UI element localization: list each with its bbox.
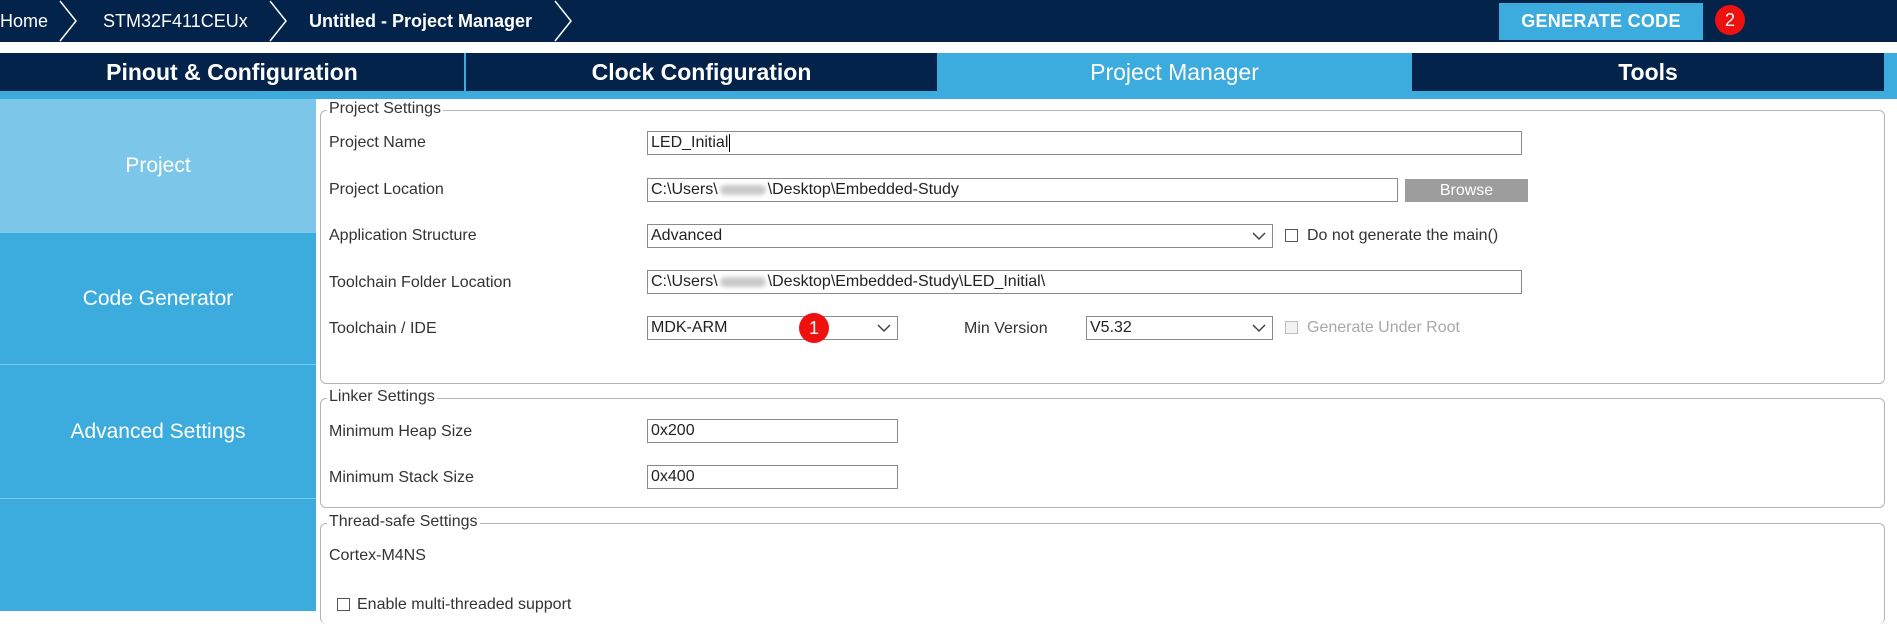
minimum-stack-size-input[interactable]: 0x400 (647, 465, 898, 489)
breadcrumb-bar: Home STM32F411CEUx Untitled - Project Ma… (0, 0, 1897, 42)
application-structure-value: Advanced (651, 227, 723, 244)
tab-project-manager[interactable]: Project Manager (939, 53, 1410, 91)
multithread-checkbox[interactable] (337, 598, 350, 611)
generate-under-root-checkbox[interactable] (1285, 321, 1298, 334)
thread-safe-settings-legend: Thread-safe Settings (327, 513, 480, 531)
project-location-label: Project Location (329, 181, 444, 198)
project-name-label: Project Name (329, 134, 426, 151)
multithread-label: Enable multi-threaded support (357, 596, 572, 613)
chevron-down-icon (1252, 324, 1266, 333)
step-badge-2: 2 (1715, 5, 1745, 35)
breadcrumb-project[interactable]: Untitled - Project Manager (309, 0, 532, 42)
text-cursor (729, 133, 731, 152)
main-tabs: Pinout & Configuration Clock Configurati… (0, 53, 1897, 99)
minimum-heap-size-label: Minimum Heap Size (329, 423, 473, 440)
toolchain-folder-input[interactable]: C:\Users\ \Desktop\Embedded-Study\LED_Ini… (647, 270, 1522, 294)
generate-under-root-label: Generate Under Root (1307, 319, 1460, 336)
project-location-suffix: \Desktop\Embedded-Study (767, 181, 959, 198)
minimum-heap-size-input[interactable]: 0x200 (647, 419, 898, 443)
no-main-label: Do not generate the main() (1307, 227, 1499, 244)
toolchain-folder-suffix: \Desktop\Embedded-Study\LED_Initial\ (767, 273, 1046, 290)
project-name-input[interactable]: LED_Initial (647, 131, 1522, 155)
toolchain-folder-label: Toolchain Folder Location (329, 274, 512, 291)
breadcrumb-separator-icon (59, 0, 77, 42)
sidebar-item-advanced-settings[interactable]: Advanced Settings (0, 365, 316, 499)
redacted-username (719, 184, 766, 195)
toolchain-ide-label: Toolchain / IDE (329, 320, 437, 337)
step-badge-1: 1 (799, 313, 829, 343)
linker-settings-panel: Linker Settings (320, 388, 1885, 508)
toolchain-ide-value: MDK-ARM (651, 319, 728, 336)
chevron-down-icon (877, 324, 891, 333)
core-label: Cortex-M4NS (329, 547, 426, 564)
sidebar-item-code-generator[interactable]: Code Generator (0, 233, 316, 365)
breadcrumb-separator-icon (554, 0, 572, 42)
breadcrumb-separator-icon (269, 0, 287, 42)
tab-tools[interactable]: Tools (1412, 53, 1884, 91)
browse-button[interactable]: Browse (1405, 179, 1528, 202)
redacted-username (719, 276, 766, 287)
sidebar: Project Code Generator Advanced Settings (0, 99, 316, 611)
project-settings-legend: Project Settings (327, 100, 444, 118)
project-location-prefix: C:\Users\ (651, 181, 718, 198)
toolchain-folder-prefix: C:\Users\ (651, 273, 718, 290)
breadcrumb-device[interactable]: STM32F411CEUx (103, 0, 248, 42)
toolchain-ide-select[interactable]: MDK-ARM (647, 316, 898, 340)
project-name-value: LED_Initial (651, 134, 729, 151)
tab-clock-configuration[interactable]: Clock Configuration (466, 53, 937, 91)
project-location-input[interactable]: C:\Users\ \Desktop\Embedded-Study (647, 178, 1398, 202)
min-version-select[interactable]: V5.32 (1086, 316, 1273, 340)
tab-pinout-configuration[interactable]: Pinout & Configuration (0, 53, 464, 91)
minimum-stack-size-label: Minimum Stack Size (329, 469, 474, 486)
no-main-checkbox[interactable] (1285, 229, 1298, 242)
min-version-label: Min Version (964, 320, 1048, 337)
application-structure-label: Application Structure (329, 227, 477, 244)
min-version-value: V5.32 (1090, 319, 1132, 336)
generate-code-button[interactable]: GENERATE CODE (1499, 3, 1703, 40)
sidebar-item-project[interactable]: Project (0, 99, 316, 233)
linker-settings-legend: Linker Settings (327, 388, 437, 406)
application-structure-select[interactable]: Advanced (647, 224, 1273, 248)
chevron-down-icon (1252, 232, 1266, 241)
breadcrumb-home[interactable]: Home (0, 0, 48, 42)
